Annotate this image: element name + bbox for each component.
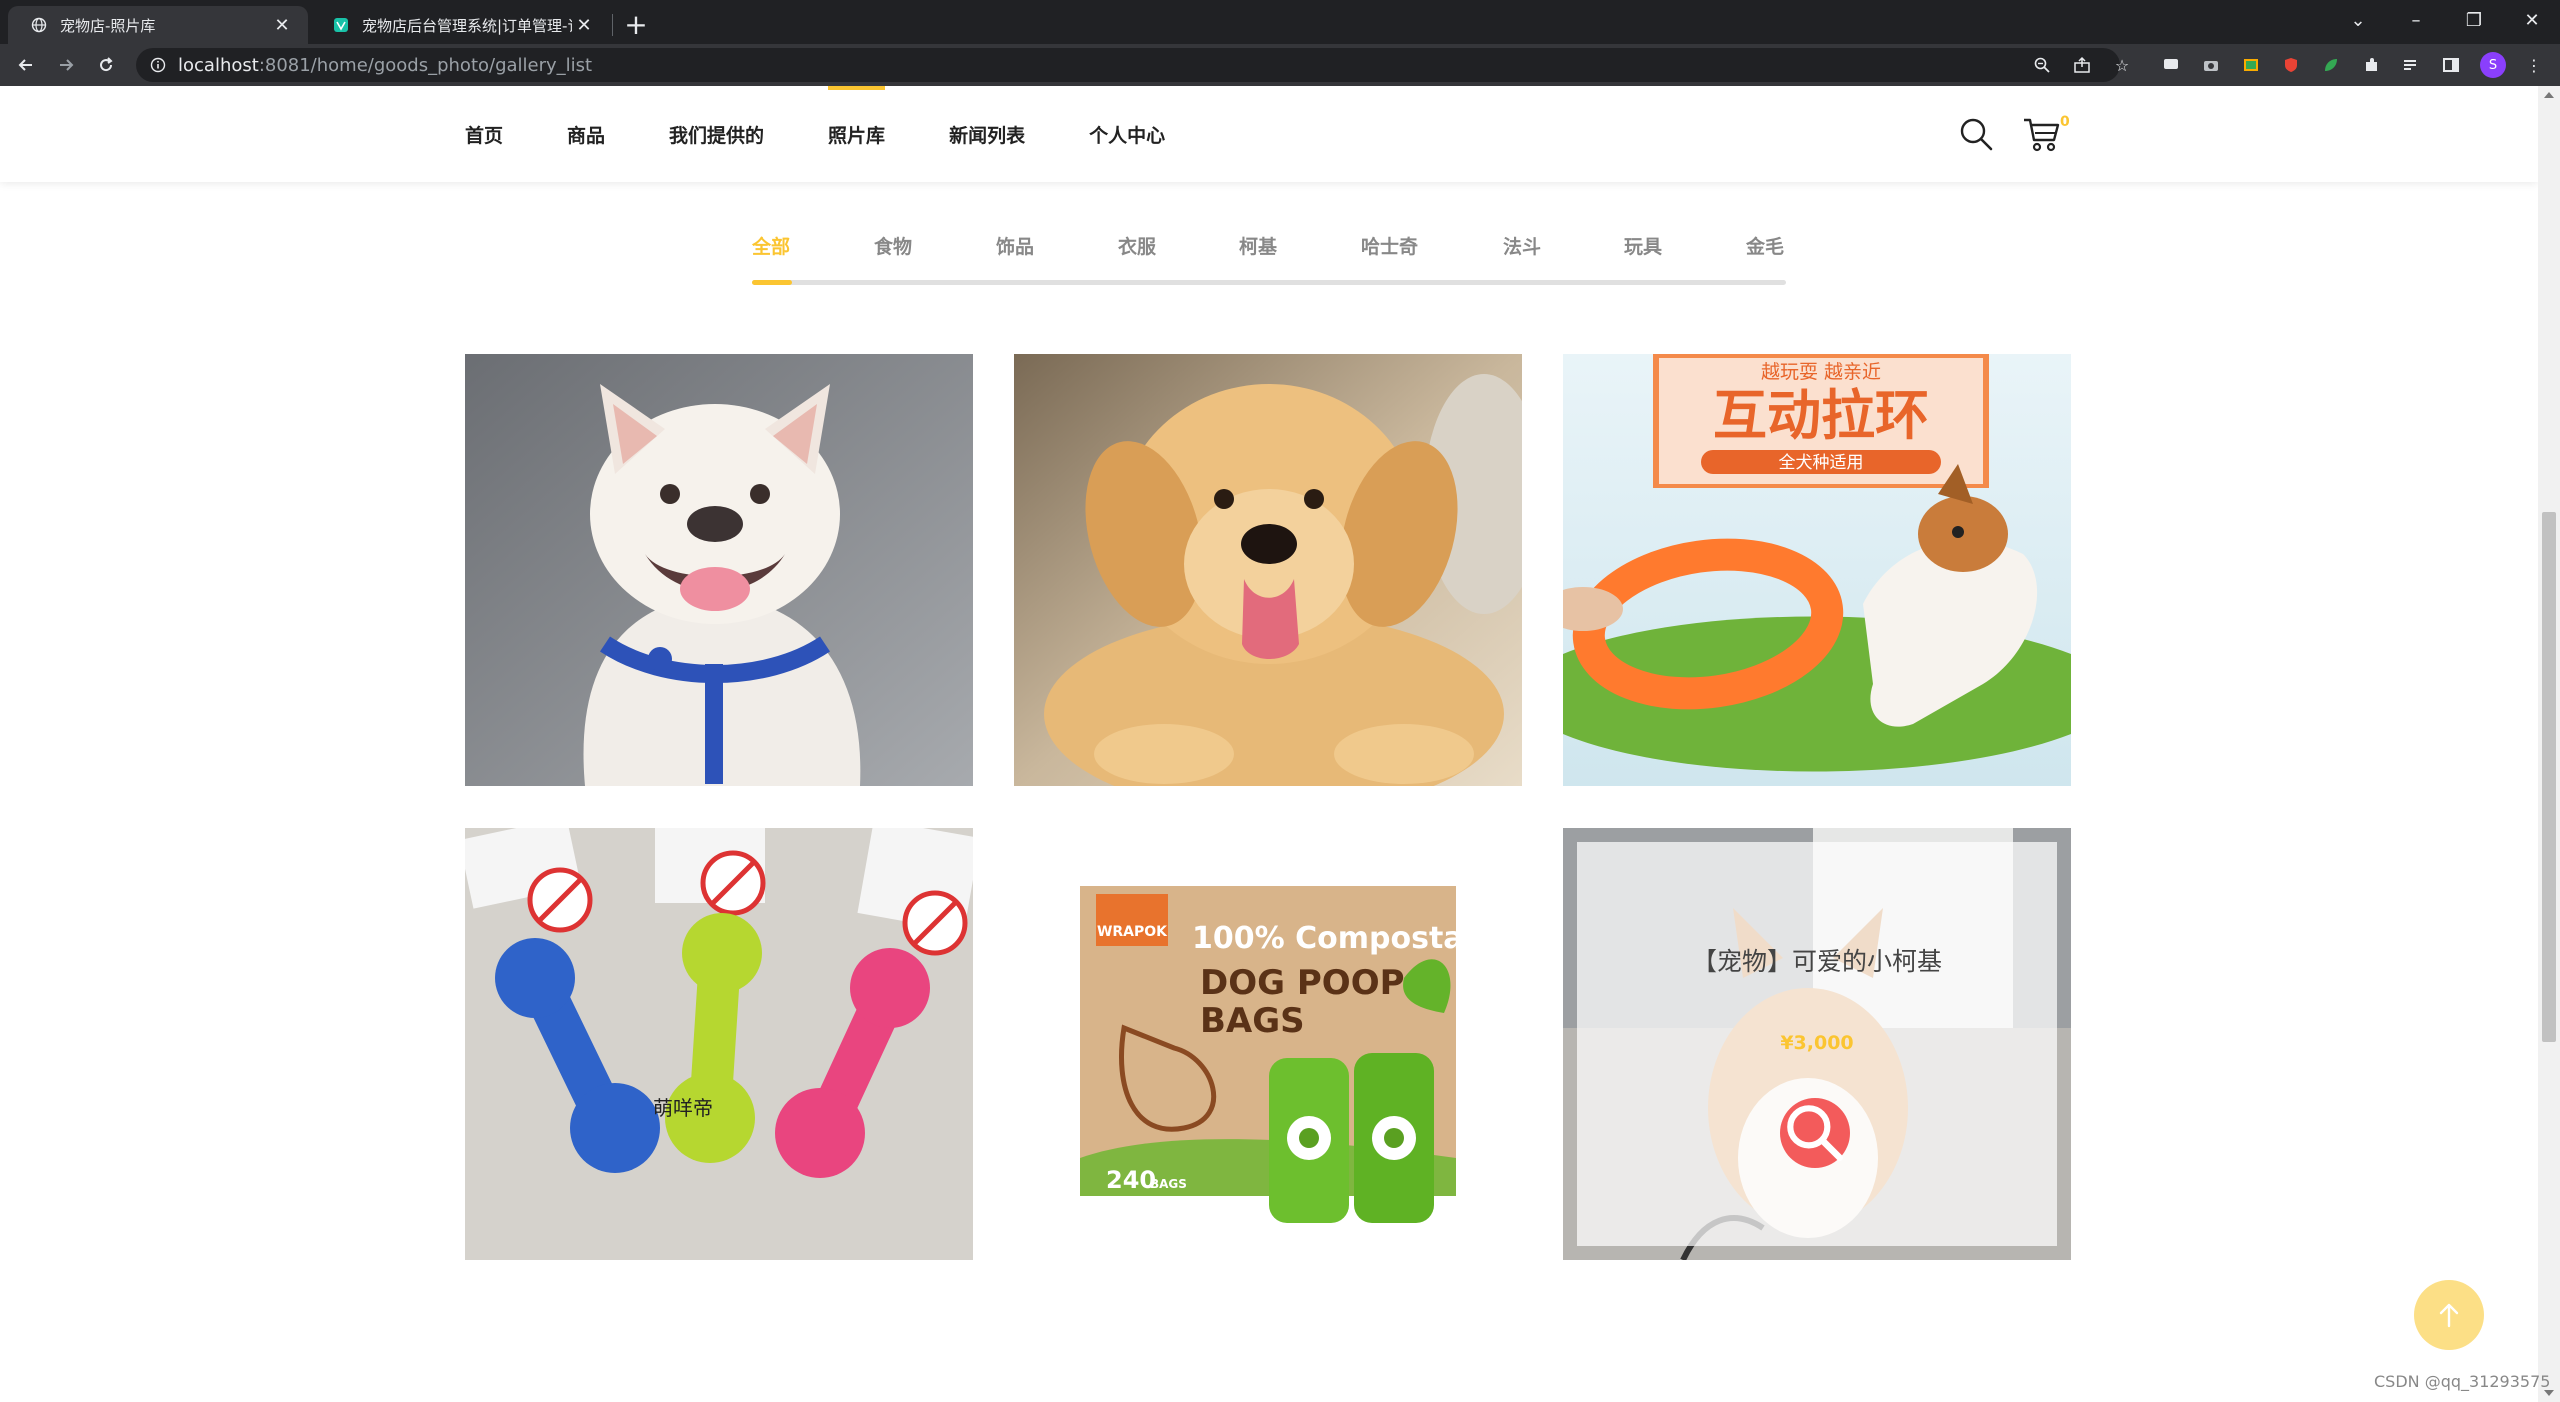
tab-label: 宠物店后台管理系统|订单管理-订 (362, 16, 572, 35)
filter-clothes[interactable]: 衣服 (1118, 232, 1156, 259)
back-button[interactable] (10, 49, 42, 81)
close-icon[interactable]: ✕ (270, 13, 294, 37)
bags-line1: 100% Compostable (1192, 921, 1516, 956)
close-window-button[interactable]: ✕ (2504, 0, 2560, 40)
extension-image-icon[interactable] (2240, 54, 2262, 76)
nav-goods[interactable]: 商品 (567, 86, 605, 182)
extension-leaf-icon[interactable] (2320, 54, 2342, 76)
filter-golden[interactable]: 金毛 (1746, 232, 1784, 259)
search-icon[interactable] (1958, 116, 1994, 152)
tab-gallery[interactable]: 宠物店-照片库 ✕ (8, 6, 308, 44)
tab-separator (612, 14, 613, 36)
new-tab-button[interactable]: + (620, 8, 652, 41)
vue-logo-icon (332, 16, 350, 34)
back-to-top-button[interactable] (2414, 1280, 2484, 1350)
magnifier-icon (1787, 1105, 1843, 1161)
tab-search-icon[interactable]: ⌄ (2330, 0, 2386, 40)
golden-puppy-photo (1014, 354, 1522, 786)
extensions-puzzle-icon[interactable] (2360, 54, 2382, 76)
bags-line3: BAGS (1200, 1001, 1305, 1041)
filter-active-indicator (752, 280, 792, 285)
bags-unit: BAGS (1150, 1177, 1187, 1191)
gallery-item-golden-puppy[interactable] (1014, 354, 1522, 786)
reload-icon (100, 57, 113, 72)
toy-brand: 萌咩帝 (653, 1096, 713, 1120)
nav-home[interactable]: 首页 (465, 86, 503, 182)
arrow-left-icon (18, 59, 32, 71)
browser-toolbar: localhost:8081/home/goods_photo/gallery_… (0, 44, 2560, 86)
profile-avatar[interactable]: S (2480, 52, 2506, 78)
restore-button[interactable]: ❐ (2446, 0, 2502, 40)
filter-accessories[interactable]: 饰品 (996, 232, 1034, 259)
extension-chat-icon[interactable] (2160, 54, 2182, 76)
poop-bags-photo: WRAPOK 100% Compostable DOG POOP BAGS 24… (1014, 828, 1522, 1260)
forward-button[interactable] (50, 49, 82, 81)
nav-services[interactable]: 我们提供的 (669, 86, 764, 182)
zoom-button[interactable] (1780, 1098, 1850, 1168)
bags-brand: WRAPOK (1097, 924, 1168, 940)
gallery-item-poop-bags[interactable]: WRAPOK 100% Compostable DOG POOP BAGS 24… (1014, 828, 1522, 1260)
chew-toys-photo: 萌咩帝 (465, 828, 973, 1260)
side-panel-icon[interactable] (2440, 54, 2462, 76)
filter-track (752, 280, 1786, 285)
ring-banner-top: 越玩耍 越亲近 (1761, 361, 1881, 383)
ring-banner-title: 互动拉环 (1713, 384, 1929, 447)
cart-count-badge: 0 (2060, 114, 2070, 130)
filter-husky[interactable]: 哈士奇 (1361, 232, 1418, 259)
share-icon[interactable] (2070, 53, 2094, 77)
globe-icon (30, 16, 48, 34)
browser-tab-bar: 宠物店-照片库 ✕ 宠物店后台管理系统|订单管理-订 ✕ + ⌄ – ❐ ✕ (0, 0, 2560, 44)
extension-camera-icon[interactable] (2200, 54, 2222, 76)
gallery-item-french-bulldog[interactable] (465, 354, 973, 786)
main-nav: 首页 商品 我们提供的 照片库 新闻列表 个人中心 (465, 86, 1229, 182)
bookmark-star-icon[interactable]: ☆ (2110, 53, 2134, 77)
zoom-icon[interactable] (2030, 53, 2054, 77)
arrow-right-icon (60, 59, 74, 71)
nav-gallery[interactable]: 照片库 (828, 86, 886, 182)
gallery-hover-overlay: 【宠物】可爱的小柯基 ¥3,000 (1577, 842, 2057, 1246)
reading-list-icon[interactable] (2400, 54, 2422, 76)
url-host: localhost (178, 54, 259, 76)
close-icon[interactable]: ✕ (572, 13, 596, 37)
site-header: 首页 商品 我们提供的 照片库 新闻列表 个人中心 0 (0, 86, 2538, 182)
address-bar[interactable]: localhost:8081/home/goods_photo/gallery_… (136, 48, 2120, 82)
filter-toys[interactable]: 玩具 (1624, 232, 1662, 259)
filter-corgi[interactable]: 柯基 (1239, 232, 1277, 259)
pull-ring-toy-photo: 越玩耍 越亲近 互动拉环 全犬种适用 (1563, 354, 2071, 786)
minimize-button[interactable]: – (2388, 0, 2444, 40)
reload-button[interactable] (90, 49, 122, 81)
french-bulldog-photo (465, 354, 973, 786)
cart-icon[interactable] (2022, 114, 2062, 154)
menu-dots-icon[interactable]: ⋮ (2522, 53, 2546, 77)
scroll-thumb[interactable] (2542, 512, 2556, 1042)
ring-banner-sub: 全犬种适用 (1779, 453, 1864, 473)
gallery-item-chew-toys[interactable]: 萌咩帝 (465, 828, 973, 1260)
gallery-item-pull-ring[interactable]: 越玩耍 越亲近 互动拉环 全犬种适用 (1563, 354, 2071, 786)
hover-title: 【宠物】可爱的小柯基 (1691, 947, 1942, 976)
web-page: 首页 商品 我们提供的 照片库 新闻列表 个人中心 0 全部 食物 饰品 衣服 … (0, 86, 2538, 1402)
watermark: CSDN @qq_31293575 (2374, 1372, 2551, 1391)
filter-food[interactable]: 食物 (874, 232, 912, 259)
hover-price: ¥3,000 (1780, 1032, 1854, 1054)
url-path: :8081/home/goods_photo/gallery_list (258, 54, 593, 76)
nav-news[interactable]: 新闻列表 (949, 86, 1025, 182)
page-scrollbar[interactable] (2538, 86, 2560, 1402)
filter-french-bulldog[interactable]: 法斗 (1503, 232, 1541, 259)
info-icon[interactable] (148, 55, 168, 75)
scroll-up-icon[interactable] (2544, 92, 2554, 98)
tab-label: 宠物店-照片库 (60, 16, 156, 35)
gallery-item-corgi[interactable]: 【宠物】可爱的小柯基 ¥3,000 (1563, 828, 2071, 1260)
bags-count: 240 (1106, 1166, 1156, 1194)
extension-shield-icon[interactable] (2280, 54, 2302, 76)
nav-profile[interactable]: 个人中心 (1089, 86, 1165, 182)
tab-admin[interactable]: 宠物店后台管理系统|订单管理-订 ✕ (310, 6, 610, 44)
filter-all[interactable]: 全部 (752, 232, 790, 259)
arrow-up-icon (2439, 1303, 2459, 1328)
bags-line2: DOG POOP (1200, 963, 1405, 1003)
